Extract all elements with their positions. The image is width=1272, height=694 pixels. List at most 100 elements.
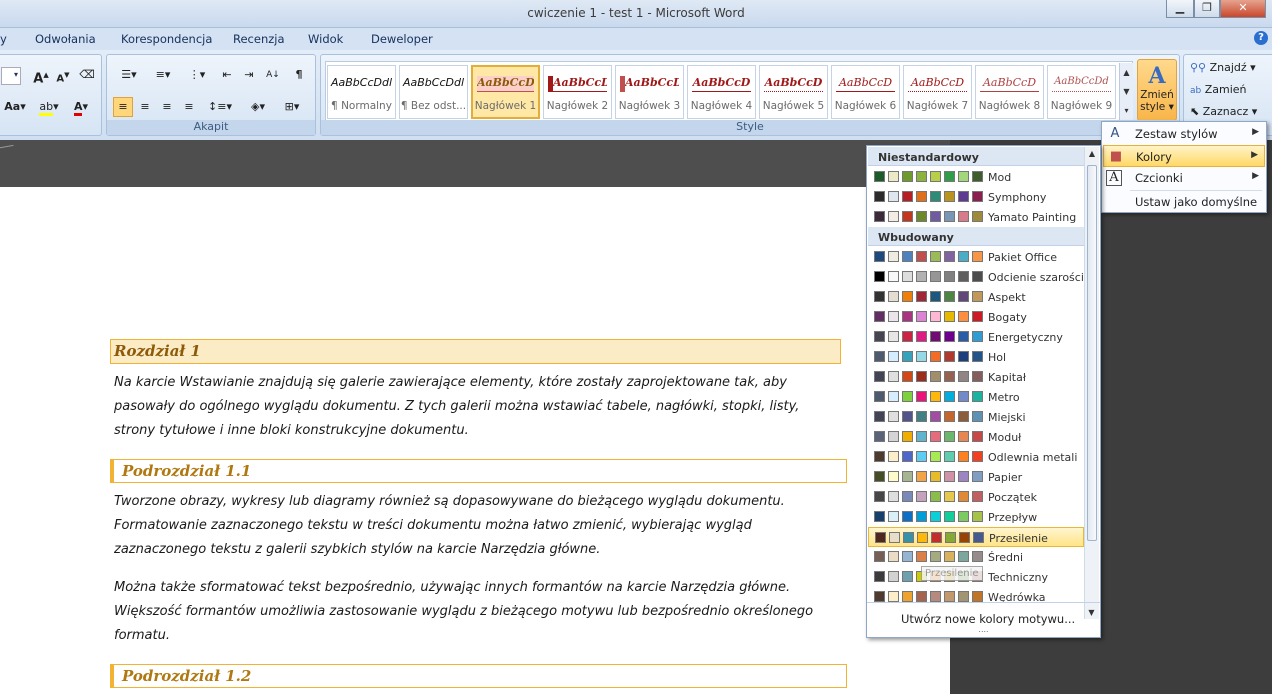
menu-item-colors[interactable]: ■ Kolory ▶ (1103, 145, 1265, 167)
increase-indent-icon[interactable]: ⇥ (239, 65, 259, 85)
color-scheme-builtin-10[interactable]: Odlewnia metali (868, 447, 1084, 467)
color-scheme-custom-1[interactable]: Symphony (868, 187, 1084, 207)
styles-gallery-scroll[interactable]: ▲ ▼ ▾ (1119, 63, 1133, 121)
style-heading-6[interactable]: AaBbCcD Nagłówek 6 (831, 65, 900, 119)
color-scheme-builtin-1[interactable]: Odcienie szarości (868, 267, 1084, 287)
custom-section-header: Niestandardowy (868, 147, 1084, 166)
help-icon[interactable]: ? (1254, 31, 1268, 45)
style-heading-5[interactable]: AaBbCcD Nagłówek 5 (759, 65, 828, 119)
style-heading-8[interactable]: AaBbCcD Nagłówek 8 (975, 65, 1044, 119)
decrease-indent-icon[interactable]: ⇤ (217, 65, 237, 85)
gallery-scrollbar[interactable]: ▲ ▼ (1084, 147, 1099, 619)
style-heading-7[interactable]: AaBbCcD Nagłówek 7 (903, 65, 972, 119)
sort-icon[interactable]: A↓ (263, 65, 283, 85)
scroll-up-icon[interactable]: ▲ (1085, 149, 1099, 158)
color-scheme-builtin-5[interactable]: Hol (868, 347, 1084, 367)
change-styles-button[interactable]: A Zmień style ▾ (1137, 59, 1177, 121)
color-scheme-builtin-15[interactable]: Średni (868, 547, 1084, 567)
color-scheme-custom-0[interactable]: Mod (868, 167, 1084, 187)
find-button[interactable]: ⚲⚲ Znajdź ▾ (1190, 61, 1256, 74)
color-scheme-builtin-2[interactable]: Aspekt (868, 287, 1084, 307)
paragraph-3[interactable]: Można także sformatować tekst bezpośredn… (114, 576, 813, 648)
select-button[interactable]: ⬉ Zaznacz ▾ (1190, 105, 1257, 118)
color-scheme-builtin-11[interactable]: Papier (868, 467, 1084, 487)
borders-icon[interactable]: ⊞▾ (277, 97, 307, 117)
change-case-icon[interactable]: Aa▾ (1, 97, 29, 117)
subheading-1-2[interactable]: Podrozdział 1.2 (110, 664, 847, 688)
tab-mailings[interactable]: Korespondencja (121, 32, 212, 46)
style-heading-1[interactable]: AaBbCcD Nagłówek 1 (471, 65, 540, 119)
scroll-thumb[interactable] (1087, 165, 1097, 541)
color-swatch (958, 391, 969, 402)
menu-item-style-set[interactable]: A Zestaw stylów ▶ (1103, 123, 1265, 145)
color-swatch (903, 532, 914, 543)
style-normal[interactable]: AaBbCcDdl ¶ Normalny (327, 65, 396, 119)
justify-icon[interactable]: ≡ (179, 97, 199, 117)
paragraph-2[interactable]: Tworzone obrazy, wykresy lub diagramy ró… (114, 490, 785, 562)
color-scheme-builtin-7[interactable]: Metro (868, 387, 1084, 407)
color-scheme-builtin-9[interactable]: Moduł (868, 427, 1084, 447)
color-swatch (902, 211, 913, 222)
multilevel-list-icon[interactable]: ⋮▾ (181, 65, 213, 85)
style-heading-3[interactable]: AaBbCcD Nagłówek 3 (615, 65, 684, 119)
color-scheme-builtin-13[interactable]: Przepływ (868, 507, 1084, 527)
style-no-spacing[interactable]: AaBbCcDdl ¶ Bez odst... (399, 65, 468, 119)
style-heading-2[interactable]: AaBbCcD Nagłówek 2 (543, 65, 612, 119)
color-scheme-builtin-14[interactable]: Przesilenie (868, 527, 1084, 547)
color-scheme-name: Hol (988, 351, 1007, 364)
grow-font-icon[interactable]: A▲ (31, 65, 51, 86)
tab-developer[interactable]: Deweloper (371, 32, 433, 46)
color-swatch (972, 411, 983, 422)
subheading-1-1[interactable]: Podrozdział 1.1 (110, 459, 847, 483)
paragraph-1[interactable]: Na karcie Wstawianie znajdują się galeri… (114, 371, 799, 443)
menu-item-fonts[interactable]: A Czcionki ▶ (1103, 167, 1265, 189)
close-button[interactable]: ✕ (1220, 0, 1266, 18)
restore-button[interactable]: ❐ (1194, 0, 1220, 18)
color-scheme-builtin-3[interactable]: Bogaty (868, 307, 1084, 327)
scroll-down-icon[interactable]: ▼ (1085, 608, 1098, 617)
color-swatch (902, 251, 913, 262)
ribbon: ▾ A▲ A▼ ⌫ Aa▾ ab▾ A▾ ☰▾ ≡▾ ⋮▾ ⇤ ⇥ A↓ ¶ ≡… (0, 50, 1272, 140)
color-swatch (972, 291, 983, 302)
style-heading-9[interactable]: AaBbCcDd Nagłówek 9 (1047, 65, 1116, 119)
color-swatch (930, 371, 941, 382)
create-theme-colors-link[interactable]: Utwórz nowe kolory motywu... (901, 612, 1075, 626)
minimize-button[interactable]: ▁ (1166, 0, 1194, 18)
resize-grip[interactable]: .... (867, 626, 1100, 634)
font-color-icon[interactable]: A▾ (67, 97, 95, 117)
font-size-combo[interactable]: ▾ (1, 67, 21, 85)
tab-view[interactable]: Widok (308, 32, 343, 46)
highlight-icon[interactable]: ab▾ (35, 97, 63, 117)
line-spacing-icon[interactable]: ↕≡▾ (205, 97, 235, 117)
color-swatch (874, 511, 885, 522)
style-heading-4[interactable]: AaBbCcD Nagłówek 4 (687, 65, 756, 119)
color-swatch (916, 411, 927, 422)
tab-home-partial[interactable]: y (0, 32, 7, 46)
color-swatch (874, 431, 885, 442)
color-scheme-builtin-4[interactable]: Energetyczny (868, 327, 1084, 347)
color-swatch (916, 551, 927, 562)
numbering-icon[interactable]: ≡▾ (147, 65, 179, 85)
align-right-icon[interactable]: ≡ (157, 97, 177, 117)
align-center-icon[interactable]: ≡ (135, 97, 155, 117)
shrink-font-icon[interactable]: A▼ (53, 65, 73, 85)
replace-button[interactable]: ab Zamień (1190, 83, 1247, 96)
color-scheme-custom-2[interactable]: Yamato Painting (868, 207, 1084, 227)
heading-1[interactable]: Rozdział 1 (110, 339, 841, 364)
menu-item-set-default[interactable]: Ustaw jako domyślne (1103, 191, 1265, 213)
color-scheme-builtin-17[interactable]: Wędrówka (868, 587, 1084, 607)
color-scheme-builtin-6[interactable]: Kapitał (868, 367, 1084, 387)
clear-formatting-icon[interactable]: ⌫ (77, 65, 97, 85)
align-left-icon[interactable]: ≡ (113, 97, 133, 117)
color-scheme-builtin-8[interactable]: Miejski (868, 407, 1084, 427)
color-swatch (874, 371, 885, 382)
color-scheme-builtin-12[interactable]: Początek (868, 487, 1084, 507)
color-swatch (958, 511, 969, 522)
tab-references[interactable]: Odwołania (35, 32, 96, 46)
bullets-icon[interactable]: ☰▾ (113, 65, 145, 85)
tab-review[interactable]: Recenzja (233, 32, 285, 46)
color-scheme-builtin-0[interactable]: Pakiet Office (868, 247, 1084, 267)
show-formatting-icon[interactable]: ¶ (289, 65, 309, 85)
color-swatch (958, 491, 969, 502)
shading-icon[interactable]: ◈▾ (243, 97, 273, 117)
